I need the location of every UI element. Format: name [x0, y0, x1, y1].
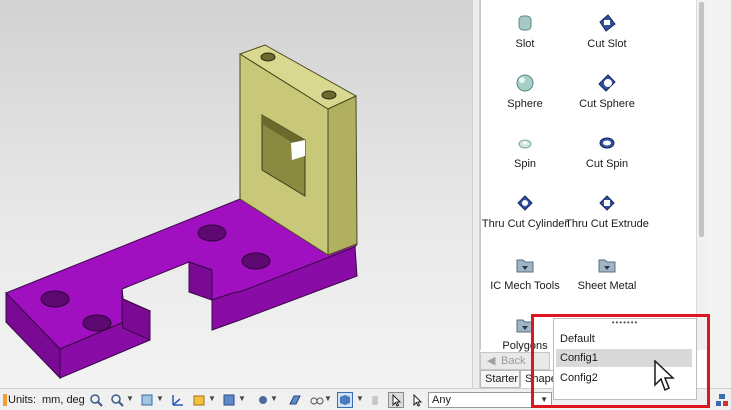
config-item-label: Config2	[560, 372, 598, 384]
select-pointer-icon[interactable]	[388, 392, 404, 408]
anchor-icon[interactable]	[256, 393, 270, 407]
tab-starter[interactable]: Starter	[480, 370, 520, 388]
base-hole	[197, 224, 227, 242]
units-label: Units:	[8, 394, 37, 406]
display-mode-icon[interactable]	[222, 393, 236, 407]
folder-icon	[516, 319, 534, 333]
view-icon[interactable]	[140, 393, 154, 407]
spin-icon	[518, 139, 532, 149]
catalog-item-label: Thru Cut Extrude	[565, 218, 649, 230]
chevron-down-icon: ▼	[540, 395, 548, 404]
glasses-icon[interactable]	[310, 393, 324, 407]
catalog-item-thru-cut-extrude[interactable]: Thru Cut Extrude	[557, 192, 657, 230]
pointer-icon[interactable]	[410, 393, 424, 407]
catalog-item-label: Cut Slot	[587, 38, 627, 50]
catalog-item-sheet-metal[interactable]: Sheet Metal	[557, 254, 657, 292]
chevron-down-icon[interactable]: ▼	[156, 394, 164, 403]
base-hole	[82, 314, 112, 332]
catalog-item-cut-spin[interactable]: Cut Spin	[557, 132, 657, 170]
cut-sphere-icon	[598, 74, 616, 92]
chevron-down-icon[interactable]: ▼	[126, 394, 134, 403]
bracket-hole	[321, 90, 337, 100]
scrollbar-thumb[interactable]	[699, 2, 704, 237]
cut-slot-icon	[599, 14, 616, 32]
config-item-label: Config1	[560, 352, 598, 364]
catalog-item-cut-sphere[interactable]: Cut Sphere	[557, 72, 657, 110]
thru-cut-extrude-icon	[599, 195, 615, 211]
selection-filter-value: Any	[432, 394, 451, 406]
selection-filter-dropdown[interactable]: Any ▼	[428, 392, 552, 408]
tab-label: Starter	[485, 373, 519, 385]
zoom-fit-icon[interactable]	[89, 393, 103, 407]
slot-icon	[518, 15, 532, 31]
config-item-label: Default	[560, 333, 595, 345]
chevron-down-icon[interactable]: ▼	[356, 394, 364, 403]
chevron-down-icon[interactable]: ▼	[238, 394, 246, 403]
catalog-item-cut-slot[interactable]: Cut Slot	[557, 12, 657, 50]
design-catalog: Slot Cut Slot Sphere Cut Sphere Spin Cut…	[480, 0, 697, 352]
zoom-icon[interactable]	[110, 393, 124, 407]
chevron-down-icon[interactable]: ▼	[270, 394, 278, 403]
back-arrow-icon: ◀	[487, 355, 496, 367]
catalog-item-label: Cut Sphere	[579, 98, 635, 110]
cube-icon[interactable]	[337, 392, 353, 408]
folder-icon	[516, 259, 534, 273]
units-value[interactable]: mm, deg	[42, 392, 85, 408]
cut-spin-icon	[599, 137, 615, 149]
base-hole	[40, 290, 70, 308]
thru-cut-cylinder-icon	[517, 195, 533, 211]
axes-icon[interactable]	[170, 393, 184, 407]
hand-icon[interactable]	[368, 393, 382, 407]
network-icon[interactable]	[715, 393, 729, 407]
catalog-item-label: Sheet Metal	[577, 280, 637, 292]
chevron-down-icon[interactable]: ▼	[208, 394, 216, 403]
bracket-hole	[260, 52, 276, 62]
3d-part-model[interactable]	[0, 0, 472, 388]
popup-grip[interactable]: •••••••	[554, 319, 696, 329]
sphere-icon	[516, 74, 534, 92]
folder-icon	[598, 259, 616, 273]
base-hole	[241, 252, 271, 270]
mouse-cursor-icon	[654, 360, 675, 392]
surface-icon[interactable]	[288, 393, 302, 407]
catalog-item-label: Cut Spin	[585, 158, 629, 170]
render-icon[interactable]	[192, 393, 206, 407]
back-button-label: Back	[501, 355, 526, 367]
chevron-down-icon[interactable]: ▼	[324, 394, 332, 403]
back-button[interactable]: ◀ Back	[480, 352, 550, 370]
right-panel-strip	[706, 0, 731, 410]
config-item-default[interactable]: Default	[556, 330, 692, 348]
3d-viewport[interactable]	[0, 0, 472, 388]
